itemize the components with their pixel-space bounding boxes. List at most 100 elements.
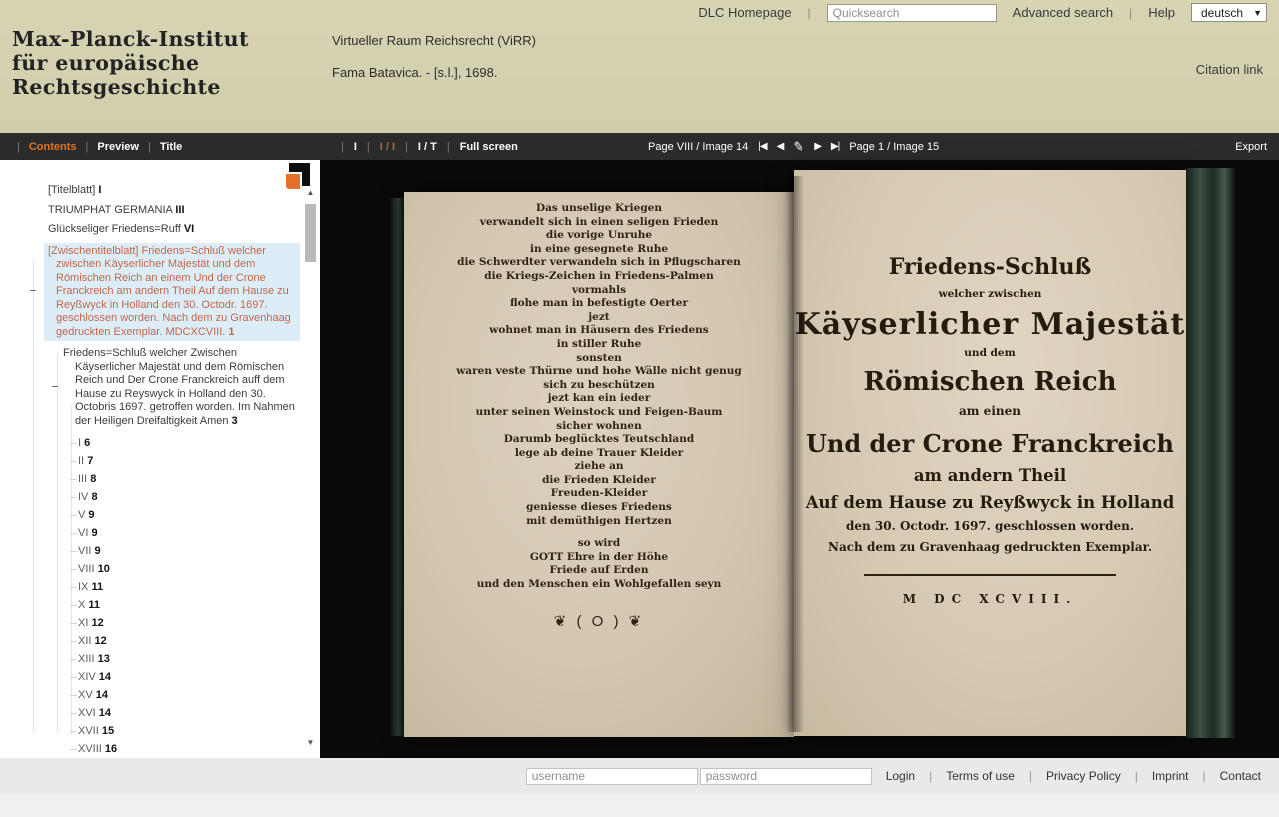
collapse-toggle[interactable]: − (50, 381, 60, 395)
book-text-line: Darumb beglücktes Teutschland (404, 433, 794, 447)
book-text-line: GOTT Ehre in der Höhe (404, 551, 794, 565)
toc-item-label: VIII (78, 563, 95, 575)
goto-page-pencil-icon[interactable]: ✎ (792, 138, 805, 155)
project-title: Virtueller Raum Reichsrecht (ViRR) (332, 33, 536, 48)
toc-item[interactable]: I 6 (0, 434, 300, 452)
export-button[interactable]: Export (1235, 133, 1267, 160)
previous-page-icon[interactable]: ◀ (777, 141, 784, 152)
nav-divider: | (1129, 6, 1132, 20)
next-page-icon[interactable]: ▶ (814, 141, 821, 152)
book-text-line: verwandelt sich in einen seligen Frieden (404, 216, 794, 230)
book-text-line: lege ab deine Trauer Kleider (404, 447, 794, 461)
toc-item-label: XIV (78, 671, 96, 683)
dlc-homepage-link[interactable]: DLC Homepage (698, 5, 791, 20)
toc-item-page: 9 (95, 545, 101, 557)
toc-item-page: 3 (232, 415, 238, 427)
footer-bar: Login | Terms of use | Privacy Policy | … (0, 758, 1279, 794)
citation-link[interactable]: Citation link (1196, 62, 1263, 77)
left-page-text: Das unselige Kriegenverwandelt sich in e… (404, 192, 794, 592)
toc-item[interactable]: XVI 14 (0, 704, 300, 722)
quicksearch-input[interactable] (827, 4, 997, 22)
collapse-toggle[interactable]: − (28, 285, 38, 299)
book-text-line: unter seinen Weinstock und Feigen-Baum (404, 406, 794, 420)
book-spread-image: Das unselige Kriegenverwandelt sich in e… (390, 168, 1235, 740)
zoom-mode-button[interactable]: I (331, 141, 357, 153)
toc-item[interactable]: XVIII 16 (0, 740, 300, 758)
toc-item[interactable]: XV 14 (0, 686, 300, 704)
toc-item[interactable]: VIII 10 (0, 560, 300, 578)
book-title-line: Und der Crone Franckreich (794, 429, 1186, 458)
toc-item[interactable]: XI 12 (0, 614, 300, 632)
last-page-icon[interactable]: ▶| (831, 141, 839, 152)
toc-item[interactable]: IX 11 (0, 578, 300, 596)
toc-item-page: 14 (96, 689, 108, 701)
toc-item[interactable]: X 11 (0, 596, 300, 614)
toc-item[interactable]: IV 8 (0, 488, 300, 506)
toc-item[interactable]: VII 9 (0, 542, 300, 560)
book-text-line: Freuden-Kleider (404, 487, 794, 501)
left-page-label: Page VIII / Image 14 (648, 141, 748, 153)
toc-item-page: 12 (91, 617, 103, 629)
language-select[interactable]: deutsch ▼ (1191, 3, 1267, 22)
book-text-line: Das unselige Kriegen (404, 202, 794, 216)
toc-item-label: II (78, 455, 84, 467)
toc-item[interactable]: V 9 (0, 506, 300, 524)
terms-of-use-link[interactable]: Terms of use (946, 769, 1015, 783)
page-header: DLC Homepage | Advanced search | Help de… (0, 0, 1279, 133)
institute-logo: Max-Planck-Institut für europäische Rech… (12, 27, 249, 99)
footer-divider: | (929, 769, 932, 783)
zoom-mode-button[interactable]: I / T (395, 141, 437, 153)
toc-item[interactable]: Glückseliger Friedens=Ruff VI (0, 223, 300, 237)
password-field[interactable] (700, 768, 872, 785)
zoom-mode-button[interactable]: Full screen (437, 141, 518, 153)
toc-item-label: XVI (78, 707, 96, 719)
imprint-link[interactable]: Imprint (1152, 769, 1189, 783)
book-title-line: am einen (794, 404, 1186, 418)
book-title-line: den 30. Octodr. 1697. geschlossen worden… (794, 519, 1186, 533)
toc-item-page: 11 (88, 599, 100, 611)
zoom-mode-button[interactable]: I / I (357, 141, 395, 153)
viewer-tab[interactable]: Title (139, 141, 182, 153)
toc-item[interactable]: − [Zwischentitelblatt] Friedens=Schluß w… (44, 243, 300, 342)
language-value: deutsch (1201, 6, 1243, 20)
scroll-up-icon[interactable]: ▲ (303, 188, 318, 200)
toc-item[interactable]: XII 12 (0, 632, 300, 650)
sidebar-scrollbar: ▲ ▼ (303, 188, 318, 750)
printer-ornament: ❦ ( O ) ❦ (404, 612, 794, 630)
toc-item-page: 9 (88, 509, 94, 521)
toc-item[interactable]: XVII 15 (0, 722, 300, 740)
help-link[interactable]: Help (1148, 5, 1175, 20)
toc-item[interactable]: TRIUMPHAT GERMANIA III (0, 204, 300, 218)
toc-item[interactable]: II 7 (0, 452, 300, 470)
privacy-policy-link[interactable]: Privacy Policy (1046, 769, 1121, 783)
username-field[interactable] (526, 768, 698, 785)
book-title-line: M DC XCVIII. (794, 592, 1186, 606)
nav-divider: | (808, 6, 811, 20)
first-page-icon[interactable]: |◀ (758, 141, 766, 152)
book-text-line: so wird (404, 537, 794, 551)
toc-item[interactable]: VI 9 (0, 524, 300, 542)
chevron-down-icon: ▼ (1253, 8, 1262, 18)
toc-item[interactable]: − Friedens=Schluß welcher Zwischen Käyse… (0, 347, 300, 428)
scroll-down-icon[interactable]: ▼ (303, 738, 318, 750)
book-text-line: die Frieden Kleider (404, 474, 794, 488)
viewer-tab[interactable]: Preview (77, 141, 139, 153)
right-page-text: Friedens-Schlußwelcher zwischenKäyserlic… (794, 170, 1186, 606)
toc-item[interactable]: XIII 13 (0, 650, 300, 668)
toc-item-label: III (78, 473, 87, 485)
advanced-search-link[interactable]: Advanced search (1013, 5, 1113, 20)
book-page-left[interactable]: Das unselige Kriegenverwandelt sich in e… (404, 192, 794, 737)
scrollbar-thumb[interactable] (305, 204, 316, 262)
toc-item-page: 16 (105, 743, 117, 755)
viewer-toolbar: ContentsPreviewTitle II / II / TFull scr… (0, 133, 1279, 160)
viewer-tab[interactable]: Contents (8, 141, 77, 153)
login-button[interactable]: Login (886, 769, 915, 783)
toc-item[interactable]: [Titelblatt] I (0, 184, 300, 198)
book-page-right[interactable]: Friedens-Schlußwelcher zwischenKäyserlic… (794, 170, 1186, 736)
toc-item[interactable]: XIV 14 (0, 668, 300, 686)
toc-item[interactable]: III 8 (0, 470, 300, 488)
toc-item-page: 12 (95, 635, 107, 647)
contact-link[interactable]: Contact (1220, 769, 1261, 783)
toc-item-label: V (78, 509, 85, 521)
book-text-line: vormahls (404, 284, 794, 298)
